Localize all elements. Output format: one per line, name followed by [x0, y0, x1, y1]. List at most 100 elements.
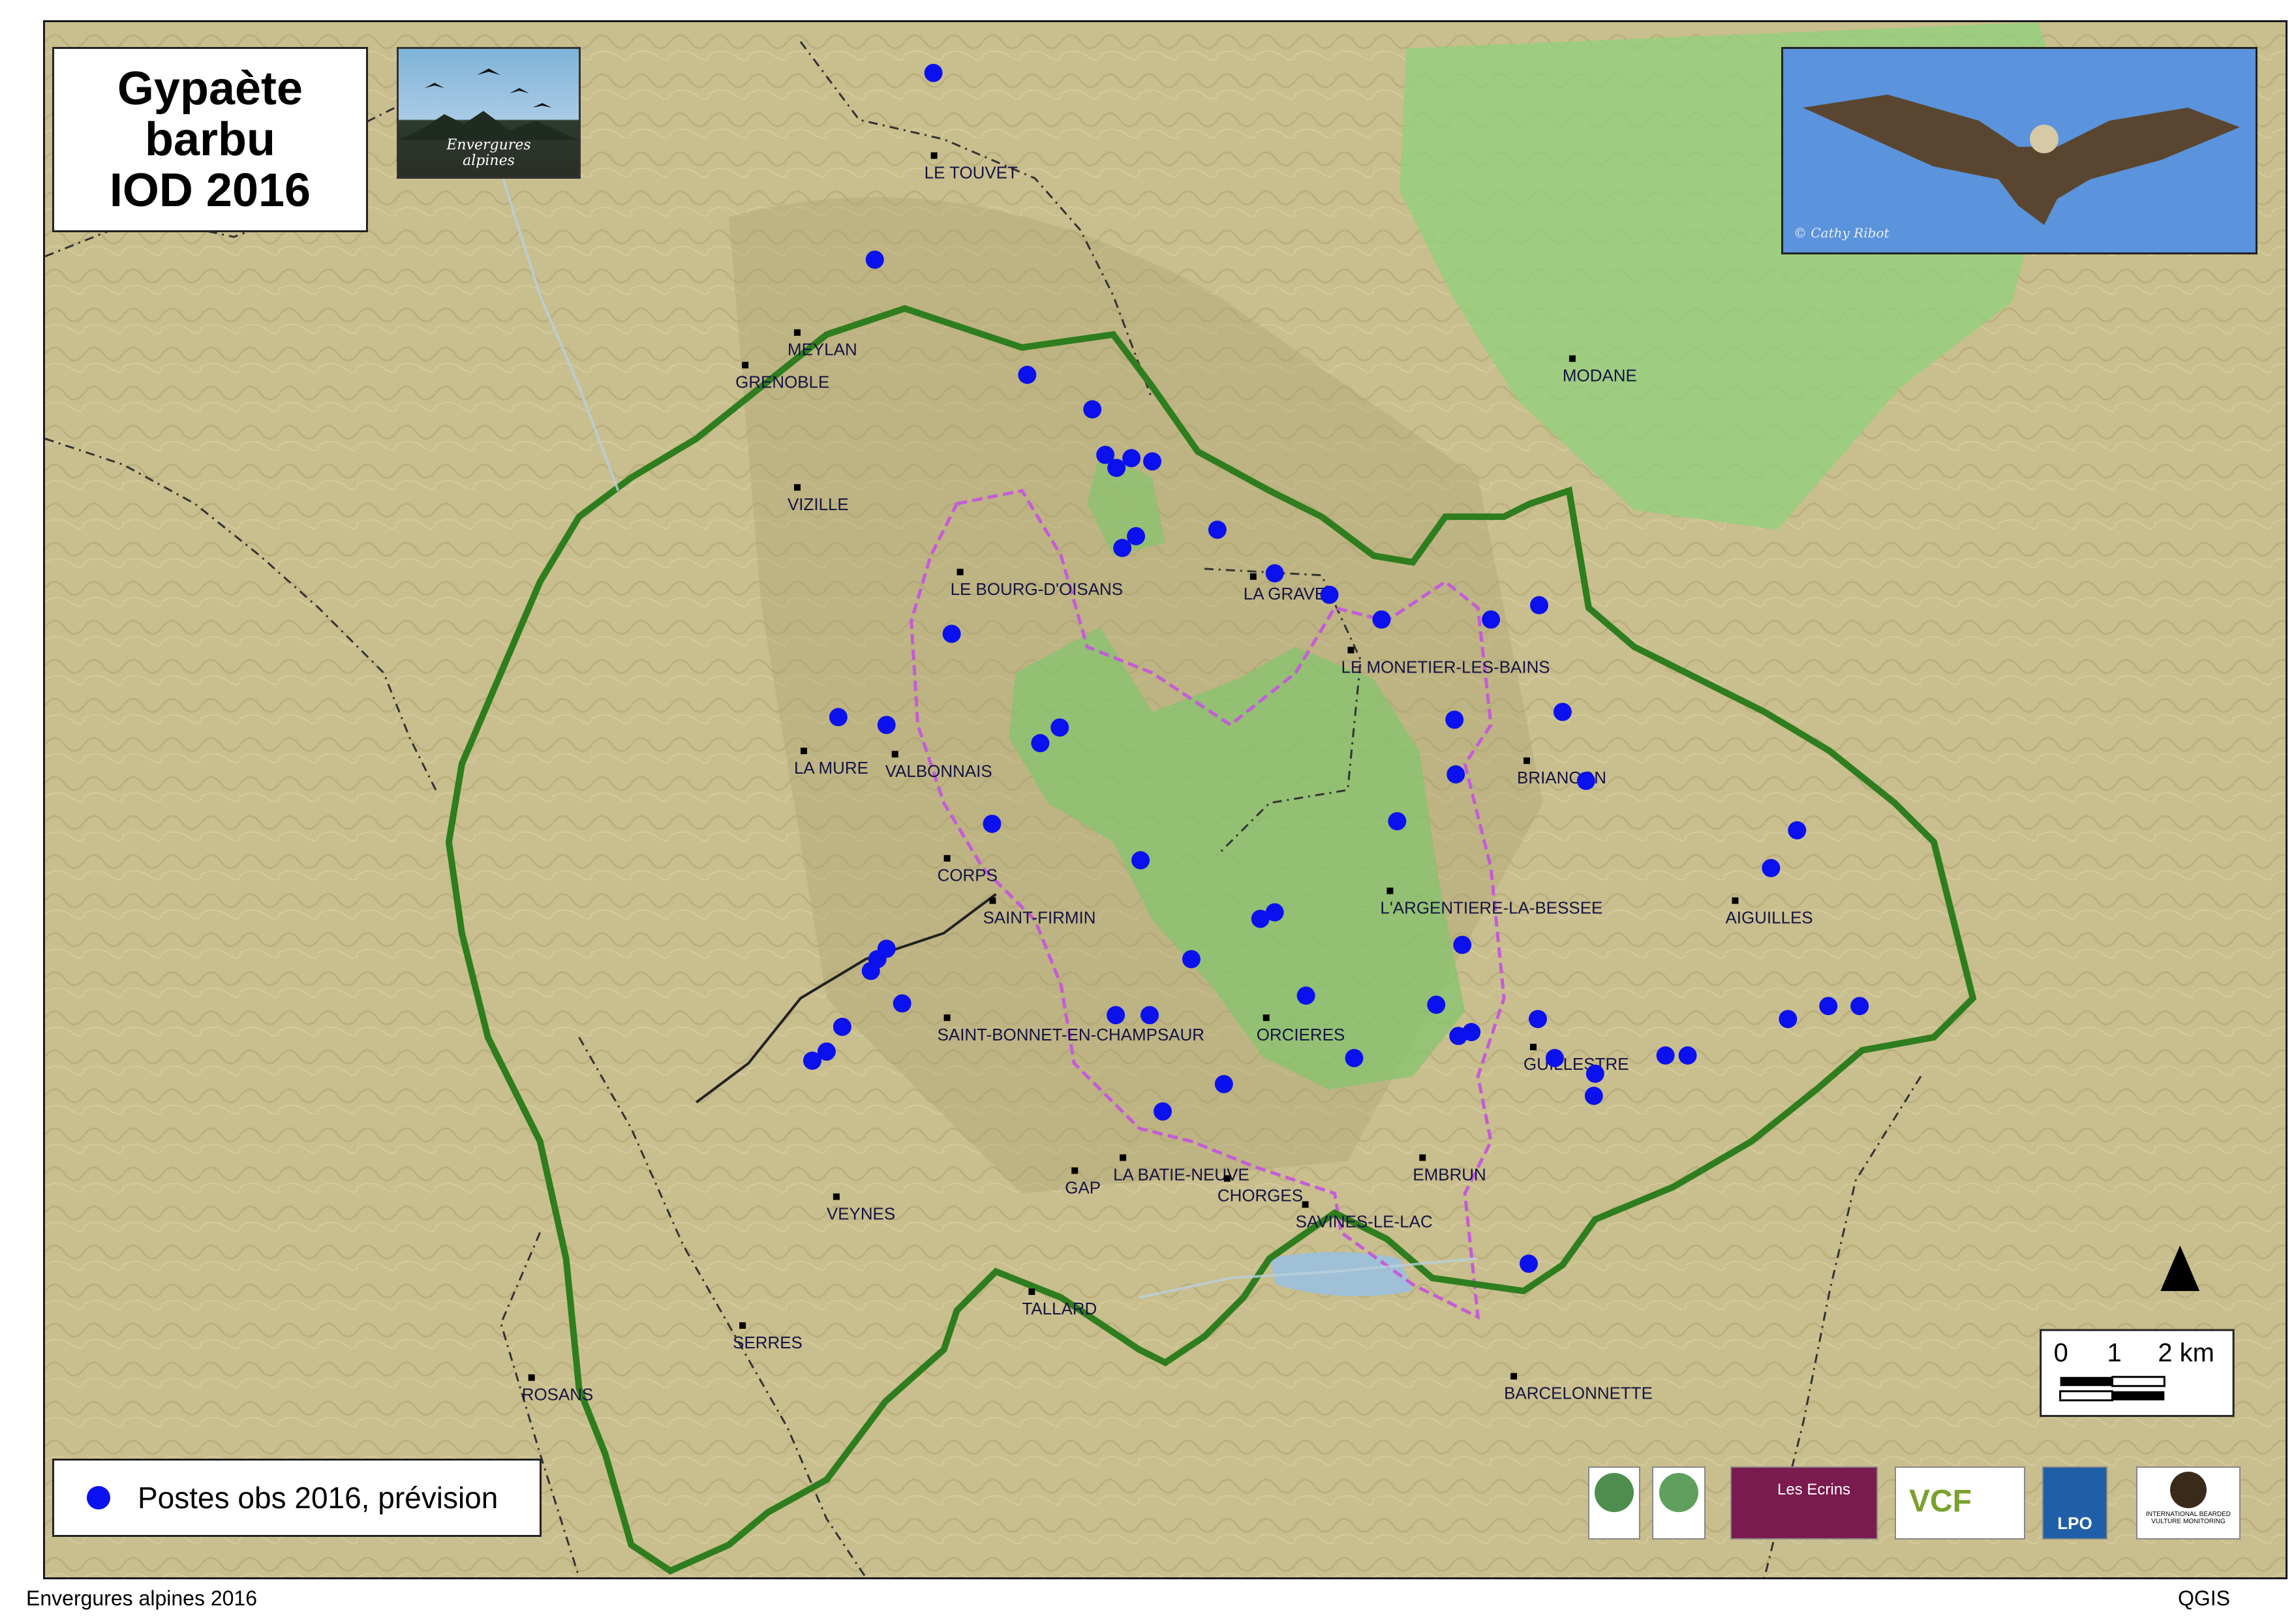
partner-logo-ecrins: Les Ecrins: [1730, 1466, 1878, 1540]
place-marker: [1523, 757, 1531, 765]
observation-point[interactable]: [1656, 1046, 1675, 1065]
place-marker: [1223, 1175, 1231, 1182]
bearded-vulture-photo: © Cathy Ribot: [1781, 47, 2258, 254]
observation-point[interactable]: [1462, 1023, 1481, 1042]
place-marker: [800, 748, 807, 755]
envergures-alpines-logo: Envergures alpines: [397, 47, 581, 179]
observation-point[interactable]: [1143, 452, 1162, 471]
observation-point[interactable]: [1850, 997, 1869, 1016]
place-label: SAINT-BONNET-EN-CHAMPSAUR: [938, 1026, 1204, 1044]
place-label: SERRES: [733, 1334, 803, 1352]
place-marker: [739, 1322, 746, 1329]
place-label: LA MURE: [794, 759, 868, 778]
observation-point[interactable]: [1529, 1010, 1547, 1029]
place-marker: [528, 1374, 535, 1381]
place-marker: [989, 897, 996, 904]
place-label: LE TOUVET: [925, 164, 1018, 182]
place-label: LE MONETIER-LES-BAINS: [1341, 658, 1550, 676]
place-label: MODANE: [1563, 367, 1637, 386]
place-marker: [1263, 1014, 1270, 1022]
title-line-1: Gypaète: [117, 63, 303, 115]
observation-point[interactable]: [942, 624, 961, 643]
partner-logo-queyras: [1588, 1466, 1640, 1540]
observation-point[interactable]: [1388, 811, 1407, 830]
observation-point[interactable]: [1122, 449, 1141, 468]
observation-point[interactable]: [1140, 1006, 1159, 1025]
observation-point[interactable]: [1372, 610, 1391, 629]
place-label: GUILLESTRE: [1523, 1055, 1629, 1074]
observation-point[interactable]: [1788, 821, 1807, 840]
observation-point[interactable]: [1107, 459, 1126, 478]
observation-point[interactable]: [1182, 950, 1201, 969]
observation-point[interactable]: [893, 994, 911, 1013]
title-line-2: barbu: [144, 114, 275, 166]
observation-point[interactable]: [1446, 765, 1465, 784]
place-label: MEYLAN: [788, 341, 857, 359]
observation-point[interactable]: [1678, 1046, 1697, 1065]
place-label: GAP: [1065, 1179, 1101, 1197]
observation-point[interactable]: [1445, 710, 1464, 729]
partner-logo-baronnies: [1652, 1466, 1706, 1540]
observation-point[interactable]: [1083, 400, 1102, 419]
partner-logo-ibm: INTERNATIONAL BEARDED VULTURE MONITORING: [2136, 1466, 2241, 1540]
observation-point[interactable]: [1050, 718, 1069, 737]
observation-point[interactable]: [1520, 1254, 1538, 1273]
observation-point[interactable]: [1585, 1064, 1604, 1083]
footer-credit: Envergures alpines 2016: [26, 1586, 258, 1610]
observation-point[interactable]: [1427, 995, 1446, 1014]
place-marker: [1347, 646, 1355, 654]
photo-credit: © Cathy Ribot: [1794, 225, 1890, 241]
place-label: CHORGES: [1217, 1187, 1303, 1205]
place-marker: [742, 361, 749, 369]
observation-point[interactable]: [1819, 997, 1838, 1016]
scale-label-0: 0: [2054, 1339, 2068, 1367]
observation-point[interactable]: [1530, 596, 1548, 614]
place-marker: [1249, 573, 1257, 580]
observation-point[interactable]: [803, 1052, 821, 1070]
scale-label-1: 1: [2107, 1339, 2121, 1367]
place-label: VIZILLE: [788, 496, 849, 514]
observation-point[interactable]: [1482, 610, 1501, 629]
observation-point[interactable]: [1265, 564, 1284, 583]
title-line-3: IOD 2016: [109, 164, 311, 217]
place-marker: [891, 751, 898, 758]
observation-point[interactable]: [829, 708, 848, 727]
place-label: L'ARGENTIERE-LA-BESSEE: [1380, 900, 1602, 918]
observation-point[interactable]: [1031, 734, 1050, 753]
observation-point[interactable]: [1208, 521, 1227, 539]
observation-point[interactable]: [1320, 585, 1339, 604]
observation-point[interactable]: [1265, 903, 1284, 922]
place-marker: [793, 329, 801, 336]
place-marker: [1386, 887, 1394, 894]
observation-point[interactable]: [1762, 858, 1781, 877]
observation-point[interactable]: [1214, 1074, 1233, 1093]
place-label: ORCIERES: [1257, 1026, 1345, 1044]
observation-point[interactable]: [1131, 851, 1150, 870]
observation-point[interactable]: [1576, 772, 1595, 791]
observation-point[interactable]: [1553, 703, 1572, 721]
scale-bar: 0 1 2 km: [2040, 1329, 2235, 1418]
observation-point[interactable]: [1018, 365, 1037, 384]
observation-point[interactable]: [1584, 1086, 1603, 1105]
observation-point[interactable]: [983, 814, 1002, 833]
observation-point[interactable]: [1296, 986, 1315, 1005]
observation-point[interactable]: [1545, 1049, 1564, 1067]
observation-point[interactable]: [1345, 1049, 1364, 1067]
observation-point[interactable]: [924, 63, 943, 82]
observation-point[interactable]: [877, 716, 896, 735]
observation-point[interactable]: [861, 962, 880, 980]
observation-point[interactable]: [1113, 539, 1132, 557]
observation-point[interactable]: [1779, 1010, 1798, 1029]
observation-point[interactable]: [865, 250, 884, 269]
legend-label: Postes obs 2016, prévision: [138, 1481, 498, 1515]
place-label: GRENOBLE: [735, 374, 829, 392]
place-marker: [930, 152, 938, 159]
place-marker: [833, 1193, 840, 1200]
map-canvas[interactable]: LE TOUVET MEYLAN GRENOBLE VIZILLE LE BOURG-D…: [45, 22, 2286, 1577]
observation-point[interactable]: [1107, 1006, 1125, 1025]
place-label: VALBONNAIS: [885, 763, 992, 781]
observation-point[interactable]: [1453, 935, 1472, 954]
place-marker: [1071, 1167, 1079, 1174]
observation-point[interactable]: [1154, 1102, 1172, 1121]
observation-point[interactable]: [833, 1018, 851, 1037]
